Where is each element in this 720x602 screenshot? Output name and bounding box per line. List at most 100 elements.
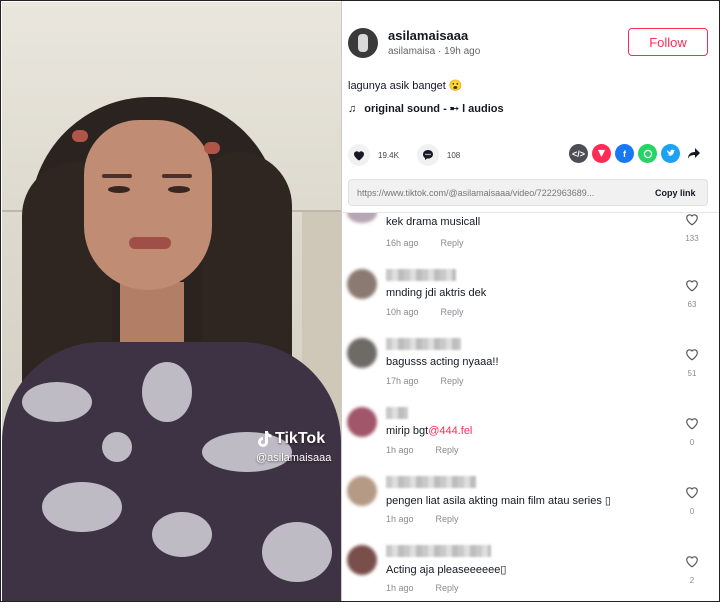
comment-time: 17h ago — [386, 376, 419, 386]
shirt-pattern — [22, 382, 92, 422]
comment-time: 1h ago — [386, 445, 414, 455]
like-count: 19.4K — [378, 150, 399, 160]
heart-outline-icon — [686, 349, 698, 361]
comment-count: 108 — [446, 150, 461, 160]
facebook-icon[interactable]: f — [615, 144, 634, 163]
tiktok-watermark: TikTok @asilamaisaaa — [256, 430, 331, 464]
commenter-avatar[interactable] — [347, 213, 377, 223]
commenter-name-redacted[interactable] — [386, 338, 461, 350]
comment-item: pengen liat asila akting main film atau … — [342, 476, 719, 545]
like-button[interactable] — [348, 144, 370, 166]
author-avatar[interactable] — [348, 28, 378, 58]
comment-like-count: 2 — [689, 576, 695, 585]
watermark-handle: @asilamaisaaa — [256, 452, 332, 464]
post-caption: lagunya asik banget 😮 — [348, 80, 463, 92]
comment-like-count: 0 — [689, 507, 695, 516]
comment-item: mirip bgt@444.fel 1h ago Reply 0 — [342, 407, 719, 476]
video-player[interactable]: TikTok @asilamaisaaa — [2, 2, 341, 601]
commenter-name-redacted[interactable] — [386, 476, 476, 488]
heart-outline-icon — [686, 214, 698, 226]
comment-like[interactable]: 0 — [682, 417, 702, 447]
comment-text: pengen liat asila akting main film atau … — [386, 495, 611, 507]
comment-list[interactable]: kek drama musicall 16h ago Reply 133 mndi… — [342, 213, 719, 601]
comment-time: 10h ago — [386, 307, 419, 317]
face — [84, 120, 212, 290]
reply-button[interactable]: Reply — [441, 376, 464, 386]
commenter-avatar[interactable] — [347, 476, 377, 506]
comment-time: 1h ago — [386, 514, 414, 524]
share-arrow-icon[interactable] — [684, 144, 703, 163]
post-details-panel: asilamaisaaa asilamaisa · 19h ago Follow… — [342, 2, 719, 601]
comment-footer: 1h ago Reply — [386, 445, 459, 455]
commenter-avatar[interactable] — [347, 338, 377, 368]
comment-text: Acting aja pleaseeeeee▯ — [386, 564, 507, 576]
reply-button[interactable]: Reply — [436, 514, 459, 524]
shirt-pattern — [152, 512, 212, 557]
watermark-brand: TikTok — [275, 430, 326, 447]
send-icon[interactable] — [592, 144, 611, 163]
send-arrow-glyph — [597, 149, 606, 158]
comment-like-count: 133 — [685, 234, 699, 243]
sound-link[interactable]: ♫ original sound - ➸ l audios — [348, 102, 504, 116]
reply-button[interactable]: Reply — [441, 307, 464, 317]
commenter-name-redacted[interactable] — [386, 407, 408, 419]
heart-outline-icon — [686, 418, 698, 430]
share-bar: </> f — [569, 144, 703, 163]
commenter-avatar[interactable] — [347, 407, 377, 437]
comment-footer: 10h ago Reply — [386, 307, 464, 317]
comment-time: 1h ago — [386, 583, 414, 593]
shirt — [2, 342, 341, 601]
comment-button[interactable] — [416, 144, 439, 166]
comment-like-count: 63 — [687, 300, 697, 309]
comment-text: kek drama musicall — [386, 216, 481, 228]
follow-button[interactable]: Follow — [628, 28, 708, 56]
comment-text: mnding jdi aktris dek — [386, 287, 487, 299]
heart-outline-icon — [686, 487, 698, 499]
comment-item: mnding jdi aktris dek 10h ago Reply 63 — [342, 269, 719, 338]
watermark-logo: TikTok — [256, 430, 331, 448]
comment-icon — [422, 150, 433, 160]
shirt-pattern — [42, 482, 122, 532]
hair-clip-right — [204, 142, 220, 154]
comment-footer: 17h ago Reply — [386, 376, 464, 386]
comment-like[interactable]: 133 — [682, 213, 702, 243]
mention-link[interactable]: @444.fel — [428, 425, 472, 437]
comment-footer: 1h ago Reply — [386, 514, 459, 524]
comment-like-count: 0 — [689, 438, 695, 447]
shirt-pattern — [262, 522, 332, 582]
eye-right — [168, 186, 190, 193]
tiktok-logo-icon — [258, 431, 272, 447]
music-note-icon: ♫ — [348, 102, 357, 115]
bird-glyph — [666, 149, 675, 156]
reply-button[interactable]: Reply — [436, 445, 459, 455]
embed-icon[interactable]: </> — [569, 144, 588, 163]
comment-time: 16h ago — [386, 238, 419, 248]
twitter-icon[interactable] — [661, 144, 680, 163]
comment-like[interactable]: 0 — [682, 486, 702, 516]
comment-like[interactable]: 2 — [682, 555, 702, 585]
sound-name[interactable]: original sound - ➸ l audios — [364, 102, 503, 115]
author-username[interactable]: asilamaisaaa — [388, 28, 468, 43]
share-link-box: https://www.tiktok.com/@asilamaisaaa/vid… — [348, 179, 708, 206]
reply-button[interactable]: Reply — [436, 583, 459, 593]
comment-like-count: 51 — [687, 369, 697, 378]
comment-text: bagusss acting nyaaa!! — [386, 356, 499, 368]
commenter-name-redacted[interactable] — [386, 269, 456, 281]
heart-outline-icon — [686, 280, 698, 292]
share-url[interactable]: https://www.tiktok.com/@asilamaisaaa/vid… — [357, 188, 637, 198]
engagement-bar: 19.4K 108 — [348, 144, 478, 166]
shirt-pattern — [102, 432, 132, 462]
whatsapp-icon[interactable] — [638, 144, 657, 163]
comment-like[interactable]: 51 — [682, 348, 702, 378]
heart-outline-icon — [686, 556, 698, 568]
commenter-name-redacted[interactable] — [386, 545, 491, 557]
brow-left — [102, 174, 132, 178]
copy-link-button[interactable]: Copy link — [655, 188, 696, 198]
comment-footer: 1h ago Reply — [386, 583, 459, 593]
commenter-avatar[interactable] — [347, 269, 377, 299]
brow-right — [162, 174, 192, 178]
comment-like[interactable]: 63 — [682, 279, 702, 309]
reply-button[interactable]: Reply — [441, 238, 464, 248]
comment-body: mirip bgt — [386, 425, 429, 437]
commenter-avatar[interactable] — [347, 545, 377, 575]
